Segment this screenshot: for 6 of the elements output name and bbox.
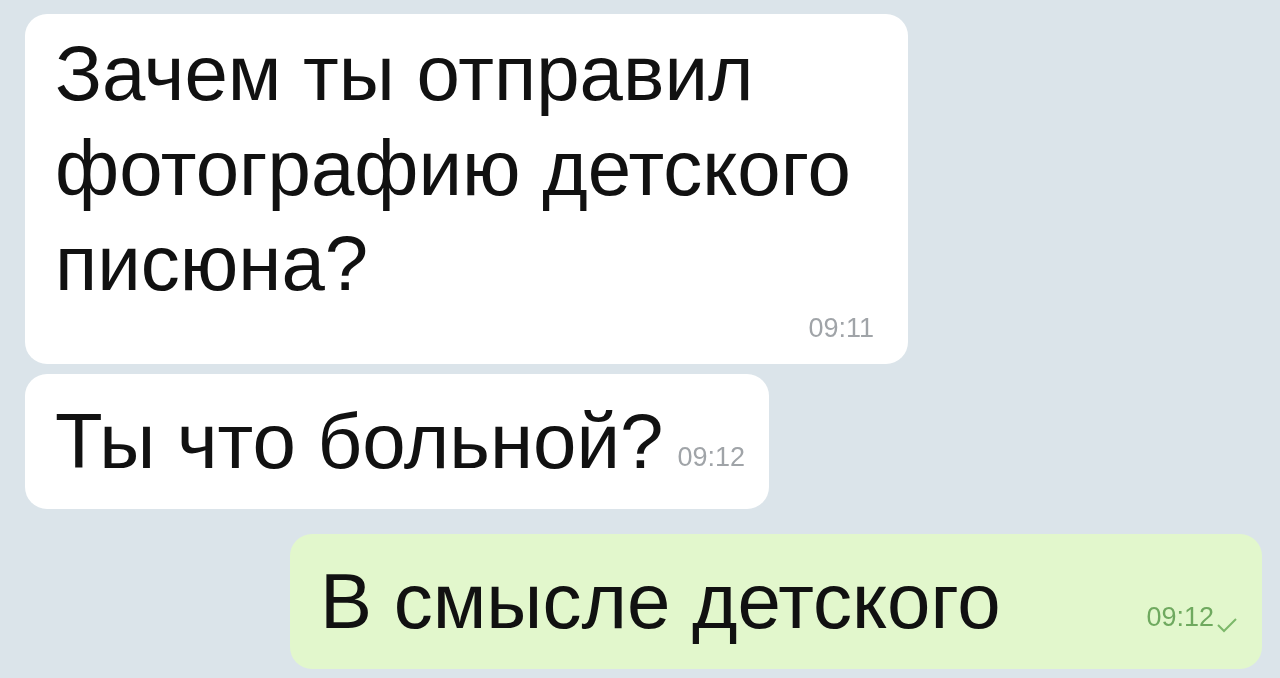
message-time: 09:11: [808, 311, 874, 345]
message-text: В смысле детского: [320, 556, 1002, 647]
message-text: Ты что больной?: [55, 396, 664, 487]
message-text: Зачем ты отправил фотографию детского писюна?: [55, 28, 852, 309]
message-time: 09:12: [677, 440, 745, 474]
message-time: 09:12: [1146, 600, 1214, 634]
